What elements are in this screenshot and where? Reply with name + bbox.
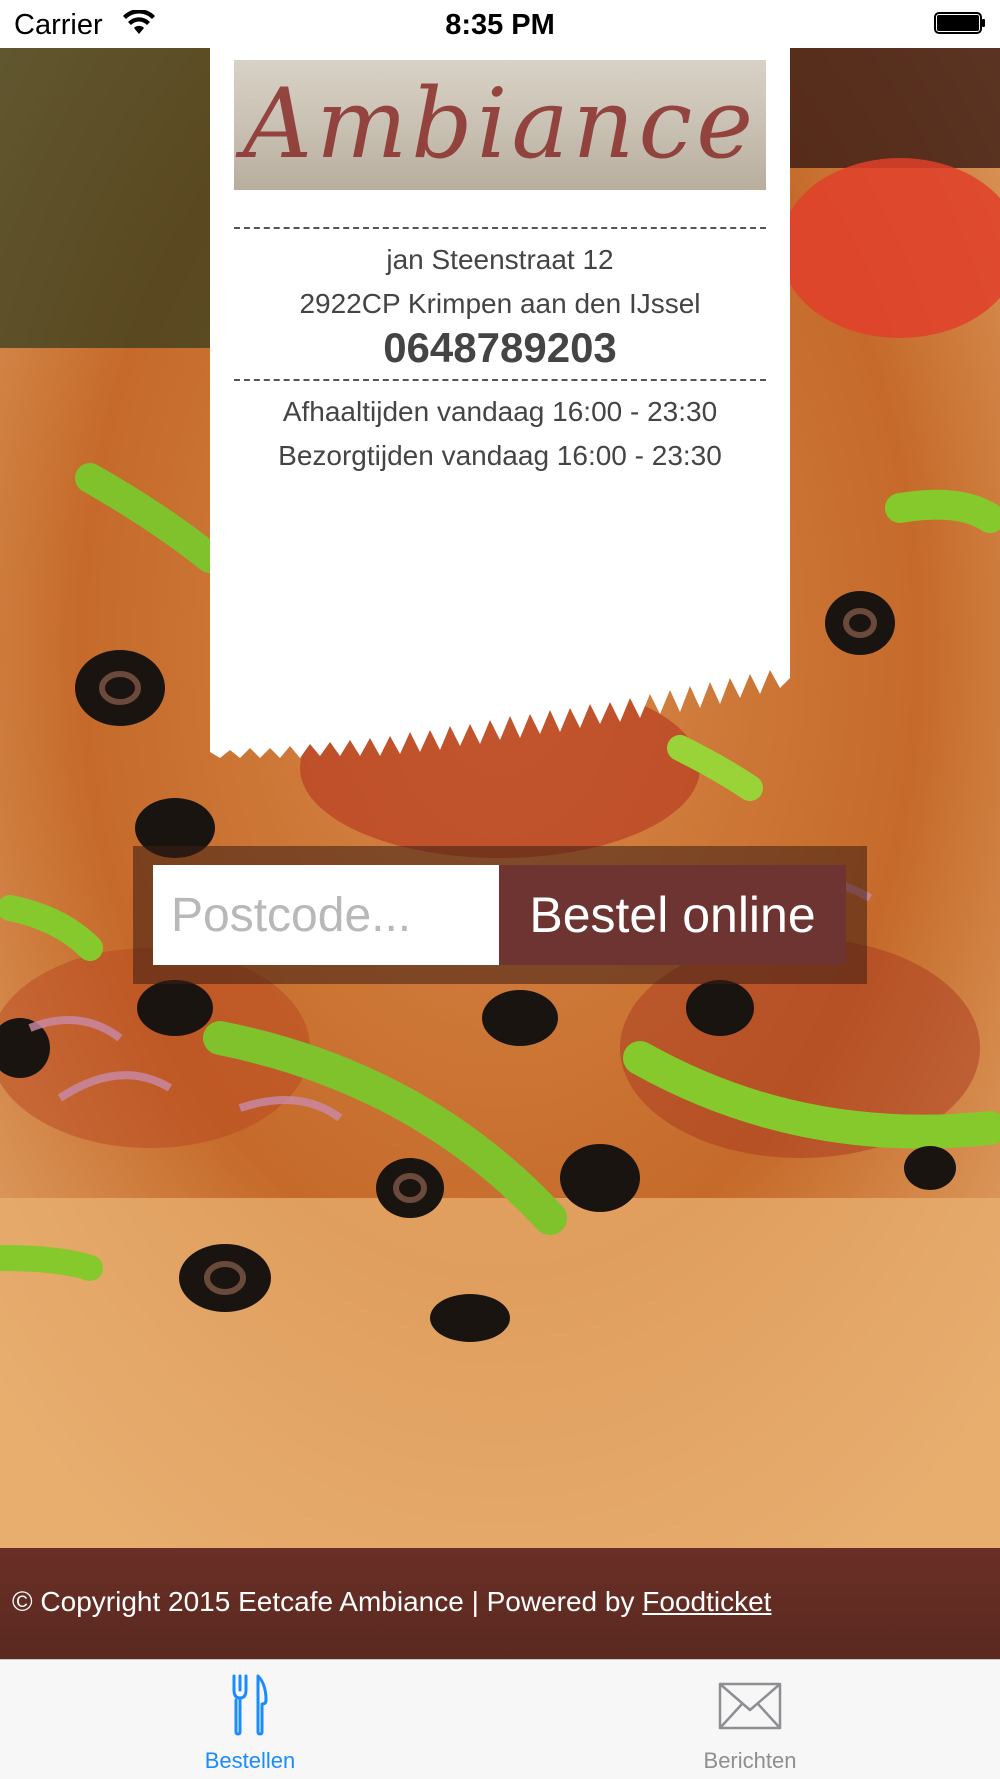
footer: © Copyright 2015 Eetcafe Ambiance | Powe… [0, 1548, 1000, 1659]
address-street: jan Steenstraat 12 [386, 244, 614, 275]
pickup-hours: Afhaaltijden vandaag 16:00 - 23:30 [282, 396, 718, 427]
delivery-hours: Bezorgtijden vandaag 16:00 - 23:30 [278, 440, 722, 471]
battery-icon [934, 12, 985, 34]
tab-label-berichten: Berichten [703, 1748, 797, 1773]
divider [234, 227, 766, 229]
logo-text: Ambiance [242, 68, 758, 180]
foodticket-link[interactable]: Foodticket [642, 1586, 771, 1617]
fork-knife-icon [232, 1674, 268, 1736]
footer-copyright: © Copyright 2015 Eetcafe Ambiance | Powe… [12, 1586, 771, 1618]
envelope-icon [718, 1682, 782, 1730]
tab-bar: Bestellen Berichten [0, 1659, 1000, 1779]
address-city: 2922CP Krimpen aan den IJssel [299, 288, 701, 319]
restaurant-info-card: Ambiance jan Steenstraat 12 2922CP Krimp… [210, 48, 790, 758]
phone-number[interactable]: 0648789203 [210, 324, 790, 372]
order-online-button[interactable]: Bestel online [499, 865, 846, 965]
order-form: Bestel online [133, 846, 867, 984]
tab-berichten[interactable]: Berichten [600, 1660, 900, 1779]
divider [234, 379, 766, 381]
postcode-input[interactable] [153, 865, 499, 965]
copyright-text: © Copyright 2015 Eetcafe Ambiance | Powe… [12, 1586, 643, 1617]
clock: 8:35 PM [445, 9, 555, 41]
tab-label-bestellen: Bestellen [204, 1748, 296, 1773]
tab-bestellen[interactable]: Bestellen [100, 1660, 400, 1779]
status-bar: Carrier 8:35 PM [0, 0, 1000, 48]
restaurant-logo: Ambiance [234, 60, 766, 190]
